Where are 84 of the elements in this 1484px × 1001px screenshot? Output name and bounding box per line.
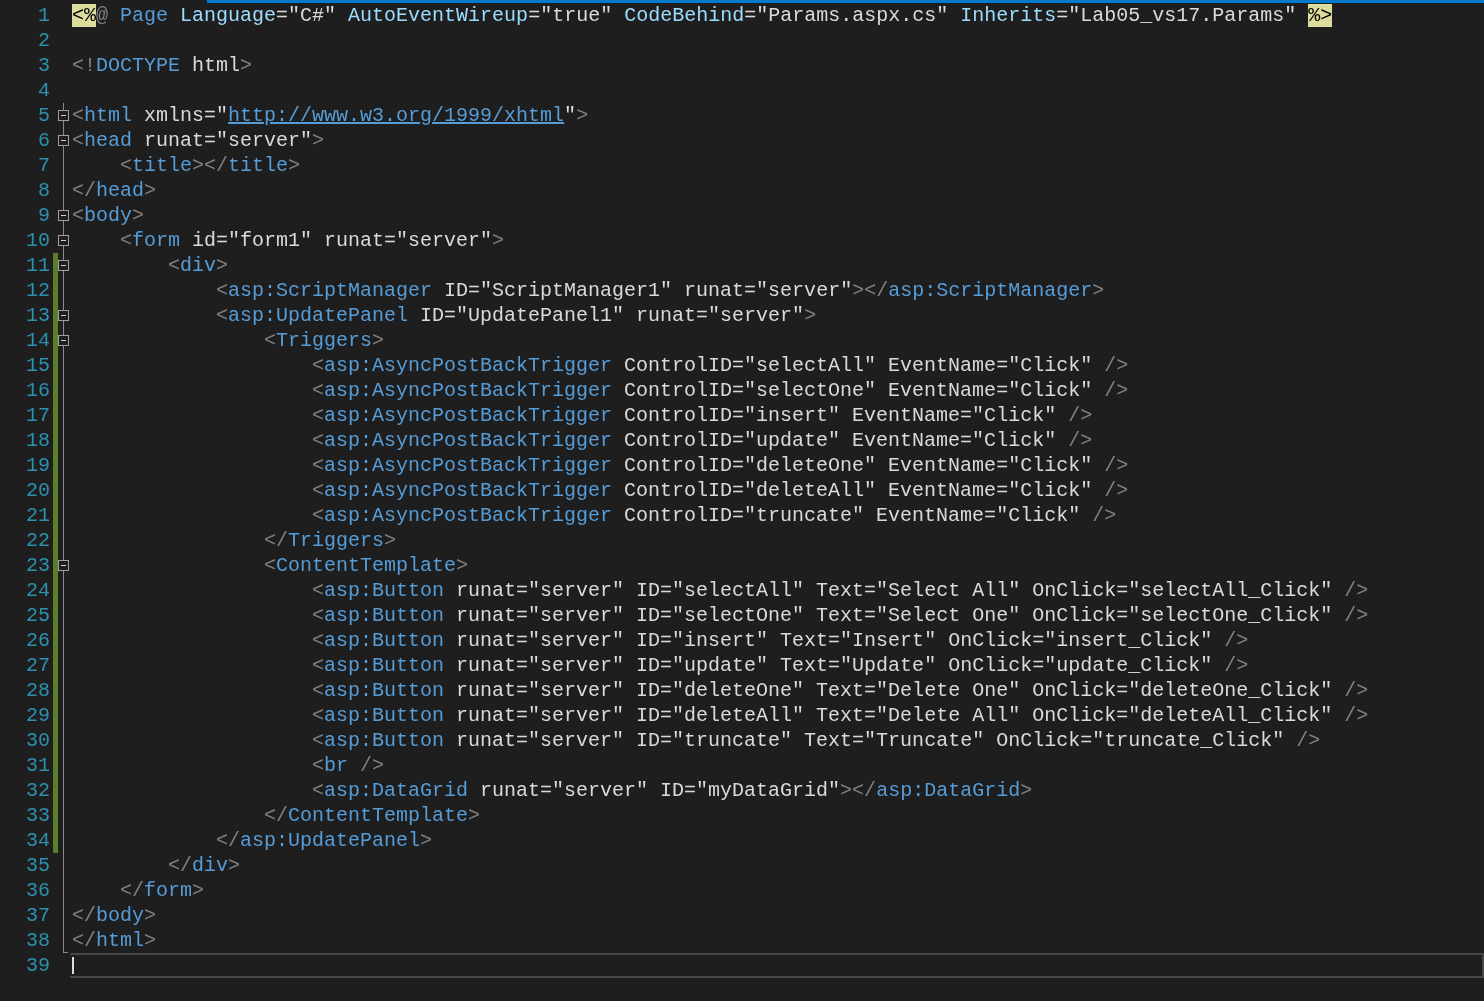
line-number: 25 [25,603,50,628]
line-number: 2 [37,28,50,53]
collapse-toggle-icon[interactable] [58,560,69,571]
code-line: <form id="form1" runat="server"> [119,228,505,253]
line-number: 33 [25,803,50,828]
code-line: <asp:AsyncPostBackTrigger ControlID="insert" EventName="Click" /> [311,403,1093,428]
line-number: 32 [25,778,50,803]
code-line: </html> [72,928,157,953]
line-number: 14 [25,328,50,353]
code-line: <asp:DataGrid runat="server" ID="myDataGrid"></asp:DataGrid> [311,778,1033,803]
line-number: 19 [25,453,50,478]
code-line: <asp:Button runat="server" ID="selectOne" Text="Select One" OnClick="selectOne_Click" /> [311,603,1369,628]
code-line: <asp:Button runat="server" ID="insert" Text="Insert" OnClick="insert_Click" /> [311,628,1249,653]
code-line: <ContentTemplate> [263,553,469,578]
line-number: 9 [37,203,50,228]
code-line: <asp:AsyncPostBackTrigger ControlID="update" EventName="Click" /> [311,428,1093,453]
line-number: 22 [25,528,50,553]
line-number: 31 [25,753,50,778]
line-number: 39 [25,953,50,978]
collapse-toggle-icon[interactable] [58,310,69,321]
code-line: <asp:ScriptManager ID="ScriptManager1" runat="server"></asp:ScriptManager> [215,278,1105,303]
code-line: <head runat="server"> [72,128,325,153]
code-line: <br /> [311,753,385,778]
line-number: 34 [25,828,50,853]
line-number: 18 [25,428,50,453]
code-line: </body> [72,903,157,928]
code-line: <!DOCTYPE html> [72,53,253,78]
line-number: 28 [25,678,50,703]
code-line: <title></title> [119,153,301,178]
code-line: <asp:Button runat="server" ID="deleteAll" Text="Delete All" OnClick="deleteAll_Click" /> [311,703,1369,728]
code-line: <body> [72,203,145,228]
line-number: 1 [37,3,50,28]
collapse-toggle-icon[interactable] [58,235,69,246]
line-number: 7 [37,153,50,178]
line-number: 29 [25,703,50,728]
line-number: 36 [25,878,50,903]
code-editor[interactable] [0,0,1484,1001]
code-line: <asp:Button runat="server" ID="update" Text="Update" OnClick="update_Click" /> [311,653,1249,678]
code-line: <asp:UpdatePanel ID="UpdatePanel1" runat="server"> [215,303,817,328]
line-number: 24 [25,578,50,603]
line-number: 13 [25,303,50,328]
code-line: </head> [72,178,157,203]
line-number: 10 [25,228,50,253]
line-number: 38 [25,928,50,953]
code-line: </ContentTemplate> [263,803,481,828]
code-line: </Triggers> [263,528,397,553]
collapse-toggle-icon[interactable] [58,260,69,271]
line-number: 20 [25,478,50,503]
line-number: 26 [25,628,50,653]
code-line: <Triggers> [263,328,385,353]
line-number: 30 [25,728,50,753]
collapse-toggle-icon[interactable] [58,110,69,121]
line-number: 5 [37,103,50,128]
code-line: <asp:Button runat="server" ID="truncate" Text="Truncate" OnClick="truncate_Click" /> [311,728,1321,753]
line-number: 16 [25,378,50,403]
line-number: 15 [25,353,50,378]
line-number: 35 [25,853,50,878]
code-line: <asp:AsyncPostBackTrigger ControlID="selectOne" EventName="Click" /> [311,378,1129,403]
code-line: <asp:AsyncPostBackTrigger ControlID="selectAll" EventName="Click" /> [311,353,1129,378]
line-number: 4 [37,78,50,103]
code-line: <div> [167,253,229,278]
code-line: <asp:Button runat="server" ID="selectAll" Text="Select All" OnClick="selectAll_Click" /> [311,578,1369,603]
code-line: <asp:AsyncPostBackTrigger ControlID="deleteOne" EventName="Click" /> [311,453,1129,478]
line-number: 11 [25,253,50,278]
text-cursor [72,957,74,974]
line-number: 23 [25,553,50,578]
collapse-toggle-icon[interactable] [58,335,69,346]
line-number: 6 [37,128,50,153]
code-line: <asp:AsyncPostBackTrigger ControlID="truncate" EventName="Click" /> [311,503,1117,528]
line-number: 8 [37,178,50,203]
line-number: 37 [25,903,50,928]
line-number: 12 [25,278,50,303]
collapse-toggle-icon[interactable] [58,135,69,146]
collapse-toggle-icon[interactable] [58,210,69,221]
line-number: 27 [25,653,50,678]
code-line: <html xmlns="http://www.w3.org/1999/xhtml"> [72,103,589,128]
line-number: 3 [37,53,50,78]
code-line: </form> [119,878,205,903]
code-line: </asp:UpdatePanel> [215,828,433,853]
code-line: <asp:Button runat="server" ID="deleteOne" Text="Delete One" OnClick="deleteOne_Click" /> [311,678,1369,703]
code-line: <asp:AsyncPostBackTrigger ControlID="deleteAll" EventName="Click" /> [311,478,1129,503]
code-line: </div> [167,853,241,878]
line-number: 21 [25,503,50,528]
line-number: 17 [25,403,50,428]
